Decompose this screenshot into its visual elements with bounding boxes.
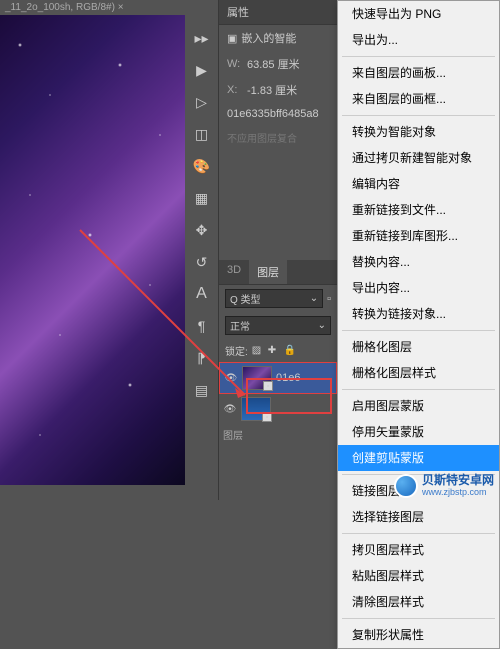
tab-3d[interactable]: 3D	[219, 260, 249, 284]
document-tab[interactable]: _11_2o_100sh, RGB/8#) ×	[0, 0, 129, 15]
x-label: X:	[227, 84, 243, 96]
visibility-toggle[interactable]: 👁	[223, 402, 237, 416]
smart-object-icon: ▣	[227, 32, 237, 45]
vertical-toolbar: ▸▸ ▶ ▷ ◫ 🎨 ▦ ✥ ↺ A ¶ ⁋ ▤	[185, 0, 219, 500]
smart-object-badge: ▫	[263, 381, 273, 391]
lock-pixels-icon[interactable]: ▨	[252, 345, 264, 357]
menu-item[interactable]: 复制形状属性	[338, 622, 499, 648]
menu-separator	[342, 533, 495, 534]
menu-item[interactable]: 栅格化图层	[338, 334, 499, 360]
menu-item[interactable]: 创建剪贴蒙版	[338, 445, 499, 471]
layers-panel: 3D 图层 Q 类型 ⌄ ▫ 正常 ⌄ 锁定: ▨ ✚ 🔒 👁 ▫ 01e6 👁…	[219, 260, 337, 445]
menu-item[interactable]: 选择链接图层	[338, 504, 499, 530]
x-value[interactable]: -1.83 厘米	[247, 82, 297, 98]
panel-tabs: 3D 图层	[219, 260, 337, 285]
watermark-text: 贝斯特安卓网 www.zjbstp.com	[422, 474, 494, 497]
text-icon[interactable]: A	[194, 286, 210, 302]
menu-separator	[342, 618, 495, 619]
layers-icon[interactable]: ▤	[194, 382, 210, 398]
menu-separator	[342, 56, 495, 57]
grid-icon[interactable]: ▦	[194, 190, 210, 206]
play-icon[interactable]: ▶	[194, 62, 210, 78]
history-icon[interactable]: ↺	[194, 254, 210, 270]
menu-item[interactable]: 来自图层的画框...	[338, 86, 499, 112]
watermark: 贝斯特安卓网 www.zjbstp.com	[394, 474, 494, 498]
close-icon[interactable]: ×	[118, 2, 124, 13]
layer-context-menu: 快速导出为 PNG导出为... 来自图层的画板...来自图层的画框... 转换为智能…	[337, 0, 500, 649]
layer-item-selected[interactable]: 👁 ▫ 01e6	[219, 362, 337, 394]
menu-separator	[342, 389, 495, 390]
menu-item[interactable]: 来自图层的画板...	[338, 60, 499, 86]
embedded-smart-object-row: ▣ 嵌入的智能	[219, 25, 337, 51]
menu-item[interactable]: 粘贴图层样式	[338, 563, 499, 589]
lock-position-icon[interactable]: ✚	[268, 345, 280, 357]
properties-panel: 属性 ▣ 嵌入的智能 W: 63.85 厘米 X: -1.83 厘米 01e63…	[219, 0, 337, 150]
properties-header: 属性	[219, 0, 337, 25]
menu-item[interactable]: 停用矢量蒙版	[338, 419, 499, 445]
watermark-zh: 贝斯特安卓网	[422, 474, 494, 487]
paragraph-icon[interactable]: ¶	[194, 318, 210, 334]
chevron-down-icon: ⌄	[318, 320, 326, 331]
blend-mode-label: 正常	[230, 318, 250, 333]
filter-image-icon[interactable]: ▫	[327, 293, 331, 305]
layer-thumbnail[interactable]: ▫	[241, 397, 271, 421]
menu-item[interactable]: 替换内容...	[338, 249, 499, 275]
embedded-label: 嵌入的智能	[241, 30, 296, 46]
move-icon[interactable]: ✥	[194, 222, 210, 238]
blend-row: 正常 ⌄	[219, 312, 337, 339]
w-label: W:	[227, 58, 243, 70]
tab-title: _11_2o_100sh, RGB/8#)	[5, 2, 115, 13]
layers-footer: 图层	[219, 424, 337, 445]
palette-icon[interactable]: 🎨	[194, 158, 210, 174]
x-row: X: -1.83 厘米	[219, 77, 337, 103]
kind-label: Q 类型	[230, 291, 261, 306]
menu-item[interactable]: 转换为链接对象...	[338, 301, 499, 327]
layer-item[interactable]: 👁 ▫	[219, 394, 337, 424]
canvas-viewport[interactable]	[0, 15, 185, 485]
width-row: W: 63.85 厘米	[219, 51, 337, 77]
lock-row: 锁定: ▨ ✚ 🔒	[219, 339, 337, 362]
swatches-icon[interactable]: ◫	[194, 126, 210, 142]
w-value[interactable]: 63.85 厘米	[247, 56, 300, 72]
watermark-logo	[394, 474, 418, 498]
menu-item[interactable]: 清除图层样式	[338, 589, 499, 615]
menu-separator	[342, 115, 495, 116]
filter-row: Q 类型 ⌄ ▫	[219, 285, 337, 312]
kind-filter[interactable]: Q 类型 ⌄	[225, 289, 323, 308]
menu-separator	[342, 330, 495, 331]
menu-item[interactable]: 拷贝图层样式	[338, 537, 499, 563]
tab-layers[interactable]: 图层	[249, 260, 287, 284]
menu-item[interactable]: 通过拷贝新建智能对象	[338, 145, 499, 171]
chevron-down-icon: ⌄	[310, 293, 318, 304]
blend-mode-select[interactable]: 正常 ⌄	[225, 316, 331, 335]
menu-item[interactable]: 编辑内容	[338, 171, 499, 197]
cursor-icon[interactable]: ▷	[194, 94, 210, 110]
lock-label: 锁定:	[225, 343, 248, 358]
watermark-en: www.zjbstp.com	[422, 488, 494, 498]
menu-item[interactable]: 重新链接到文件...	[338, 197, 499, 223]
menu-item[interactable]: 快速导出为 PNG	[338, 1, 499, 27]
menu-item[interactable]: 重新链接到库图形...	[338, 223, 499, 249]
compose-hint: 不应用图层复合	[219, 125, 337, 150]
collapse-icon[interactable]: ▸▸	[194, 30, 210, 46]
menu-item[interactable]: 启用图层蒙版	[338, 393, 499, 419]
layer-thumbnail[interactable]: ▫	[242, 366, 272, 390]
menu-item[interactable]: 栅格化图层样式	[338, 360, 499, 386]
menu-item[interactable]: 导出内容...	[338, 275, 499, 301]
id-row: 01e6335bff6485a8	[219, 103, 337, 125]
layer-name[interactable]: 01e6	[276, 372, 300, 384]
lock-all-icon[interactable]: 🔒	[284, 345, 296, 357]
menu-item[interactable]: 转换为智能对象	[338, 119, 499, 145]
menu-item[interactable]: 导出为...	[338, 27, 499, 53]
visibility-toggle[interactable]: 👁	[224, 371, 238, 385]
character-icon[interactable]: ⁋	[194, 350, 210, 366]
object-id: 01e6335bff6485a8	[227, 108, 319, 120]
smart-object-badge: ▫	[262, 412, 272, 422]
